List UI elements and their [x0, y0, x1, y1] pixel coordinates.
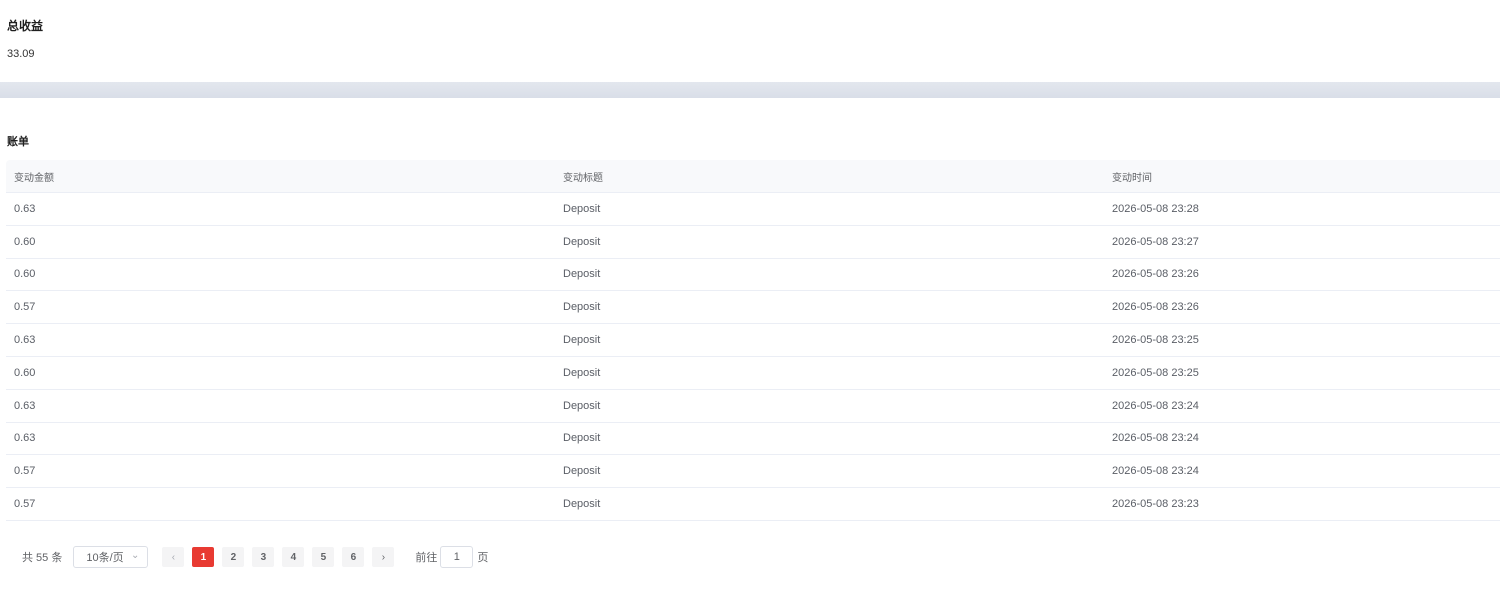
table-row: 0.60 Deposit 2026-05-08 23:27: [6, 225, 1500, 259]
cell-title: Deposit: [563, 498, 601, 511]
table-row: 0.63 Deposit 2026-05-08 23:25: [6, 324, 1500, 357]
table-row: 0.63 Deposit 2026-05-08 23:24: [6, 422, 1500, 456]
page-button-4[interactable]: 4: [282, 547, 305, 567]
cell-amount: 0.60: [14, 235, 36, 248]
table-header-row: 变动金额 变动标题 变动时间: [6, 160, 1500, 193]
chevron-left-icon: ‹: [171, 551, 176, 563]
table-body: 0.63 Deposit 2026-05-08 23:28 0.60 Deposit 20…: [6, 193, 1500, 521]
page-button-6[interactable]: 6: [342, 547, 365, 567]
page-size-value: 10条/页: [86, 552, 124, 564]
cell-time: 2026-05-08 23:27: [1112, 235, 1199, 248]
cell-title: Deposit: [563, 334, 601, 347]
page-number-list: 123456: [192, 547, 372, 567]
summary-title: 总收益: [7, 19, 44, 33]
cell-time: 2026-05-08 23:23: [1112, 498, 1199, 511]
goto-prefix: 前往: [415, 552, 438, 564]
cell-time: 2026-05-08 23:25: [1112, 334, 1199, 347]
table-row: 0.60 Deposit 2026-05-08 23:25: [6, 356, 1500, 390]
cell-amount: 0.57: [14, 498, 36, 511]
chevron-down-icon: ⌄: [130, 550, 140, 561]
cell-time: 2026-05-08 23:24: [1112, 432, 1199, 445]
cell-title: Deposit: [563, 202, 601, 215]
cell-title: Deposit: [563, 366, 601, 379]
table-row: 0.57 Deposit 2026-05-08 23:26: [6, 291, 1500, 325]
goto-page-input[interactable]: 1: [440, 546, 474, 568]
cell-amount: 0.63: [14, 334, 36, 347]
table-row: 0.57 Deposit 2026-05-08 23:24: [6, 455, 1500, 489]
page-size-select[interactable]: 10条/页 ⌄: [73, 546, 149, 568]
pagination: 共 55 条 10条/页 ⌄ ‹ 123456 › 前往 1 页: [22, 546, 488, 568]
cell-amount: 0.57: [14, 301, 36, 314]
summary-value: 33.09: [7, 48, 35, 60]
section-divider-band: [0, 82, 1500, 98]
table-row: 0.63 Deposit 2026-05-08 23:28: [6, 193, 1500, 226]
table-row: 0.63 Deposit 2026-05-08 23:24: [6, 389, 1500, 423]
cell-time: 2026-05-08 23:24: [1112, 399, 1199, 412]
table-row: 0.60 Deposit 2026-05-08 23:26: [6, 258, 1500, 292]
total-count: 共 55 条: [22, 552, 63, 564]
prev-page-button[interactable]: ‹: [162, 547, 185, 567]
cell-time: 2026-05-08 23:26: [1112, 301, 1199, 314]
cell-title: Deposit: [563, 268, 601, 281]
cell-amount: 0.60: [14, 268, 36, 281]
cell-title: Deposit: [563, 235, 601, 248]
cell-time: 2026-05-08 23:26: [1112, 268, 1199, 281]
next-page-button[interactable]: ›: [372, 547, 395, 567]
cell-title: Deposit: [563, 399, 601, 412]
cell-title: Deposit: [563, 301, 601, 314]
cell-title: Deposit: [563, 432, 601, 445]
cell-amount: 0.63: [14, 432, 36, 445]
page-button-3[interactable]: 3: [252, 547, 275, 567]
page-button-5[interactable]: 5: [312, 547, 335, 567]
summary-section: 总收益 33.09: [0, 0, 1500, 82]
page-button-1[interactable]: 1: [192, 547, 215, 567]
column-header-time: 变动时间: [1112, 172, 1152, 184]
column-header-title: 变动标题: [563, 172, 603, 184]
bill-title: 账单: [7, 136, 29, 148]
page-button-2[interactable]: 2: [222, 547, 245, 567]
cell-amount: 0.63: [14, 202, 36, 215]
cell-title: Deposit: [563, 465, 601, 478]
cell-time: 2026-05-08 23:24: [1112, 465, 1199, 478]
goto-suffix: 页: [477, 552, 489, 564]
column-header-amount: 变动金额: [14, 172, 54, 184]
cell-time: 2026-05-08 23:28: [1112, 202, 1199, 215]
cell-amount: 0.60: [14, 366, 36, 379]
cell-amount: 0.57: [14, 465, 36, 478]
cell-time: 2026-05-08 23:25: [1112, 366, 1199, 379]
goto-page: 前往 1 页: [415, 546, 488, 568]
cell-amount: 0.63: [14, 399, 36, 412]
chevron-right-icon: ›: [381, 551, 386, 563]
table-row: 0.57 Deposit 2026-05-08 23:23: [6, 488, 1500, 521]
bill-table: 变动金额 变动标题 变动时间 0.63 Deposit 2026-05-08 23:…: [6, 160, 1500, 521]
